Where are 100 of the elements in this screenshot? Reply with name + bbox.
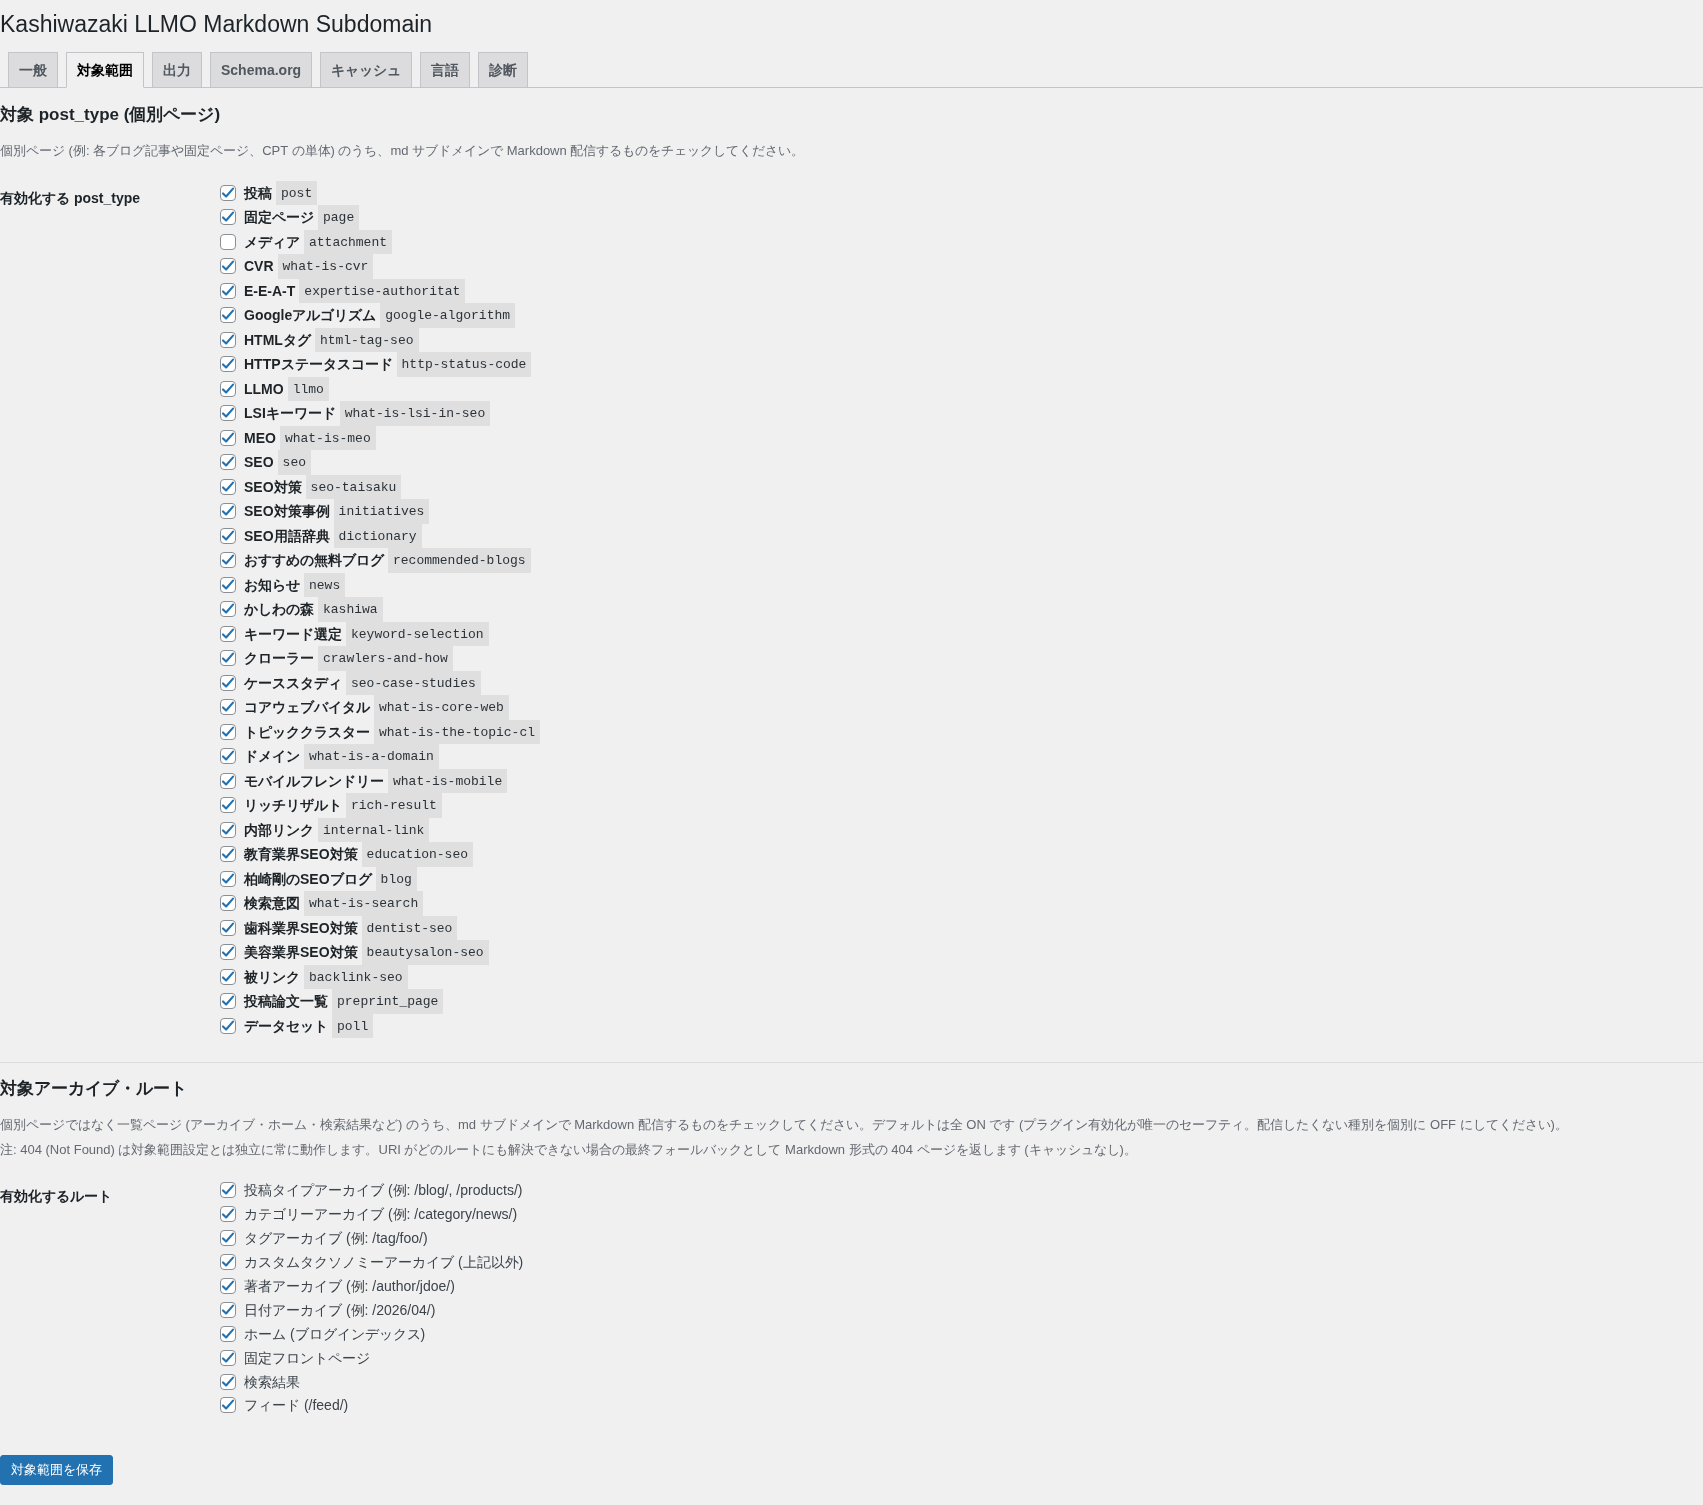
post-type-slug: llmo xyxy=(287,376,329,401)
post-type-slug: http-status-code xyxy=(396,352,532,377)
option-label: 検索結果 xyxy=(244,1372,300,1392)
checkbox[interactable] xyxy=(220,625,236,642)
checkbox[interactable] xyxy=(220,895,236,912)
checkbox[interactable] xyxy=(220,968,236,985)
checkbox[interactable] xyxy=(220,258,236,275)
checkbox[interactable] xyxy=(220,699,236,716)
option-label: トピッククラスター xyxy=(244,722,370,742)
checkbox[interactable] xyxy=(220,993,236,1010)
tab[interactable]: Schema.org xyxy=(210,52,313,88)
checkbox[interactable] xyxy=(220,1301,236,1318)
post-type-slug: keyword-selection xyxy=(346,621,489,646)
option-label: 柏崎剛のSEOブログ xyxy=(244,869,372,889)
checkbox[interactable] xyxy=(220,331,236,348)
checkbox[interactable] xyxy=(220,846,236,863)
post-type-slug: what-is-core-web xyxy=(374,695,509,720)
tab[interactable]: 診断 xyxy=(478,52,529,88)
checkbox[interactable] xyxy=(220,503,236,520)
option-label: SEO xyxy=(244,453,274,473)
checkbox[interactable] xyxy=(220,282,236,299)
checkbox[interactable] xyxy=(220,674,236,691)
checkbox[interactable] xyxy=(220,552,236,569)
post-type-slug: what-is-the-topic-cl xyxy=(374,719,541,744)
option-label: お知らせ xyxy=(244,575,300,595)
checkbox[interactable] xyxy=(220,380,236,397)
checkbox[interactable] xyxy=(220,1373,236,1390)
option-label: SEO用語辞典 xyxy=(244,526,330,546)
checkbox[interactable] xyxy=(220,919,236,936)
checkbox[interactable] xyxy=(220,527,236,544)
checkbox[interactable] xyxy=(220,454,236,471)
checkbox[interactable] xyxy=(220,429,236,446)
tab[interactable]: 出力 xyxy=(152,52,202,88)
checkbox[interactable] xyxy=(220,1254,236,1271)
option-label: HTMLタグ xyxy=(244,330,311,350)
option-label: モバイルフレンドリー xyxy=(244,771,384,791)
post-type-slug: seo-case-studies xyxy=(346,670,481,695)
option-label: 投稿 xyxy=(244,183,272,203)
checkbox[interactable] xyxy=(220,184,236,201)
post-type-slug: expertise-authoritat xyxy=(299,278,466,303)
tab[interactable]: キャッシュ xyxy=(320,52,413,88)
section-description: 個別ページ (例: 各ブログ記事や固定ページ、CPT の単体) のうち、md サブドメインで Markdown 配信するものをチェックしてください。 xyxy=(0,142,806,160)
option-label: 教育業界SEO対策 xyxy=(244,845,358,865)
option-label: ドメイン xyxy=(244,747,300,767)
checkbox[interactable] xyxy=(220,870,236,887)
checkbox[interactable] xyxy=(220,478,236,495)
checkbox[interactable] xyxy=(220,1397,236,1414)
tab[interactable]: 一般 xyxy=(8,52,58,88)
checkbox[interactable] xyxy=(220,1182,236,1199)
checkbox[interactable] xyxy=(220,772,236,789)
checkbox[interactable] xyxy=(220,601,236,618)
option-label: 固定フロントページ xyxy=(244,1348,370,1368)
option-label: 投稿論文一覧 xyxy=(244,992,328,1012)
tab[interactable]: 言語 xyxy=(420,52,471,88)
option-label: カテゴリーアーカイブ (例: /category/news/) xyxy=(244,1205,518,1225)
checkbox[interactable] xyxy=(220,797,236,814)
option-label: 被リンク xyxy=(244,967,300,987)
post-type-slug: backlink-seo xyxy=(304,964,408,989)
checkbox[interactable] xyxy=(220,944,236,961)
checkbox[interactable] xyxy=(220,821,236,838)
option-label: 著者アーカイブ (例: /author/jdoe/) xyxy=(244,1277,455,1296)
post-type-slug: what-is-a-domain xyxy=(304,744,439,769)
checkbox[interactable] xyxy=(220,1206,236,1223)
save-button[interactable]: 対象範囲を保存 xyxy=(0,1455,113,1486)
option-label: SEO対策 xyxy=(244,477,302,497)
option-label: 内部リンク xyxy=(244,820,314,840)
post-type-slug: html-tag-seo xyxy=(314,327,419,352)
checkbox[interactable] xyxy=(220,1017,236,1034)
checkbox[interactable] xyxy=(220,1278,236,1294)
option-label: 歯科業界SEO対策 xyxy=(244,918,358,938)
post-type-slug: dentist-seo xyxy=(361,915,458,940)
post-type-slug: what-is-search xyxy=(304,891,424,916)
post-type-slug: internal-link xyxy=(318,817,430,842)
section-heading: 対象 post_type (個別ページ) xyxy=(0,104,222,126)
post-type-slug: seo xyxy=(277,450,311,475)
checkbox[interactable] xyxy=(220,1349,236,1366)
post-type-slug: post xyxy=(276,180,318,205)
option-label: Googleアルゴリズム xyxy=(244,306,377,326)
option-label: HTTPステータスコード xyxy=(244,355,393,375)
checkbox[interactable] xyxy=(220,1230,236,1247)
option-label: クローラー xyxy=(244,649,314,669)
option-label: キーワード選定 xyxy=(244,624,342,644)
checkbox[interactable] xyxy=(220,650,236,667)
checkbox[interactable] xyxy=(220,209,236,226)
checkbox[interactable] xyxy=(220,748,236,765)
checkbox[interactable] xyxy=(220,233,236,250)
option-label: リッチリザルト xyxy=(244,796,342,816)
tab[interactable]: 対象範囲 xyxy=(66,52,144,88)
option-label: かしわの森 xyxy=(244,600,314,620)
checkbox[interactable] xyxy=(220,307,236,324)
option-label: CVR xyxy=(244,257,274,277)
post-type-slug: what-is-cvr xyxy=(277,254,374,279)
post-type-slug: preprint_page xyxy=(332,989,444,1014)
option-label: カスタムタクソノミーアーカイブ (上記以外) xyxy=(244,1253,524,1273)
checkbox[interactable] xyxy=(220,356,236,373)
checkbox[interactable] xyxy=(220,405,236,422)
option-label: おすすめの無料ブログ xyxy=(244,551,384,571)
checkbox[interactable] xyxy=(220,576,236,593)
checkbox[interactable] xyxy=(220,723,236,740)
checkbox[interactable] xyxy=(220,1325,236,1342)
